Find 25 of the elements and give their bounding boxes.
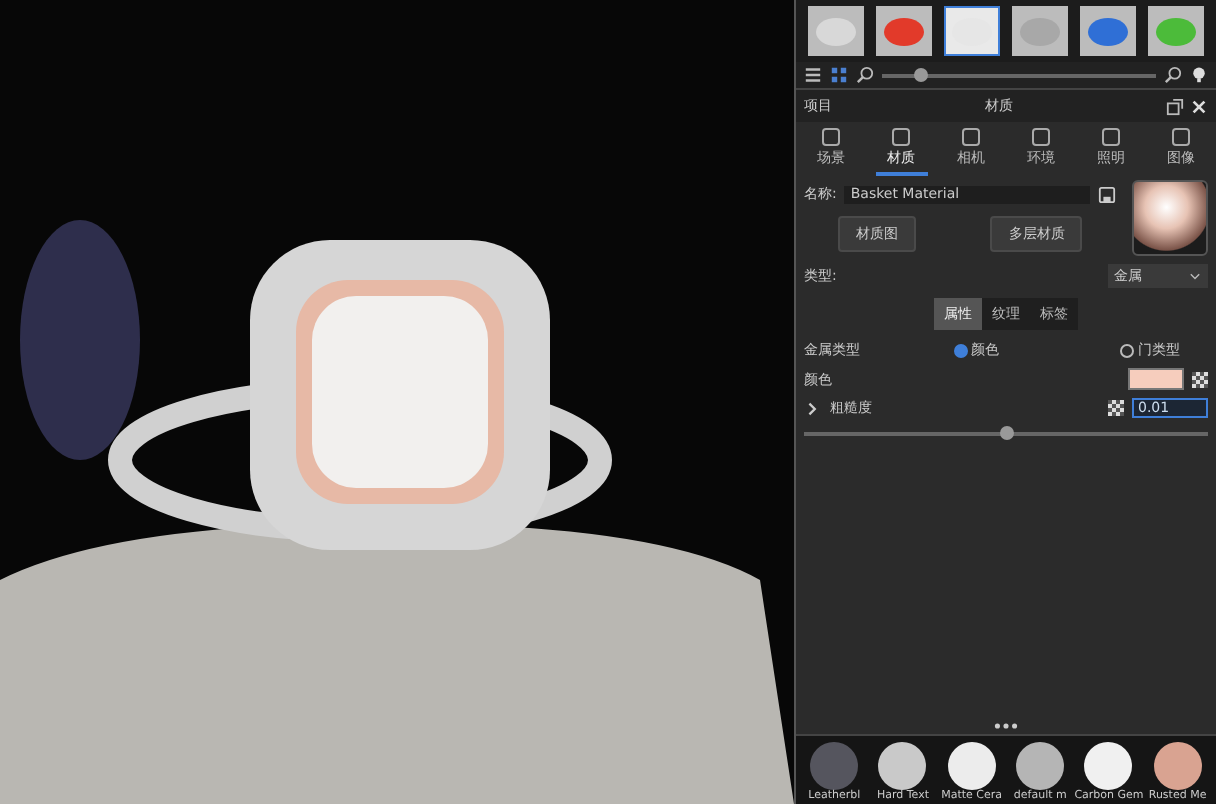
zoom-out-icon[interactable]: [856, 66, 874, 84]
grid-view-icon[interactable]: [830, 66, 848, 84]
material-ball[interactable]: [878, 742, 927, 790]
material-thumbnail[interactable]: [1148, 6, 1204, 56]
caret-icon: [1188, 269, 1202, 283]
material-thumbnail[interactable]: [808, 6, 864, 56]
material-thumbnail[interactable]: [1080, 6, 1136, 56]
zoom-in-icon[interactable]: [1164, 66, 1182, 84]
undock-icon[interactable]: [1166, 97, 1184, 115]
material-ball[interactable]: [1016, 742, 1065, 790]
material-ball[interactable]: [1084, 742, 1133, 790]
texture-icon[interactable]: [1108, 400, 1124, 416]
material-thumbnail[interactable]: [876, 6, 932, 56]
expand-chevron-icon[interactable]: [804, 399, 822, 417]
bulb-icon[interactable]: [1190, 66, 1208, 84]
material-ball[interactable]: [1153, 742, 1202, 790]
close-icon[interactable]: [1190, 97, 1208, 115]
material-thumbnail[interactable]: [1012, 6, 1068, 56]
texture-icon[interactable]: [1192, 371, 1208, 387]
material-thumbnail[interactable]: [944, 6, 1000, 56]
more-icon[interactable]: [994, 722, 1018, 730]
save-icon[interactable]: [1098, 185, 1116, 203]
material-ball[interactable]: [947, 742, 996, 790]
list-view-icon[interactable]: [804, 66, 822, 84]
color-swatch[interactable]: [1128, 368, 1184, 390]
